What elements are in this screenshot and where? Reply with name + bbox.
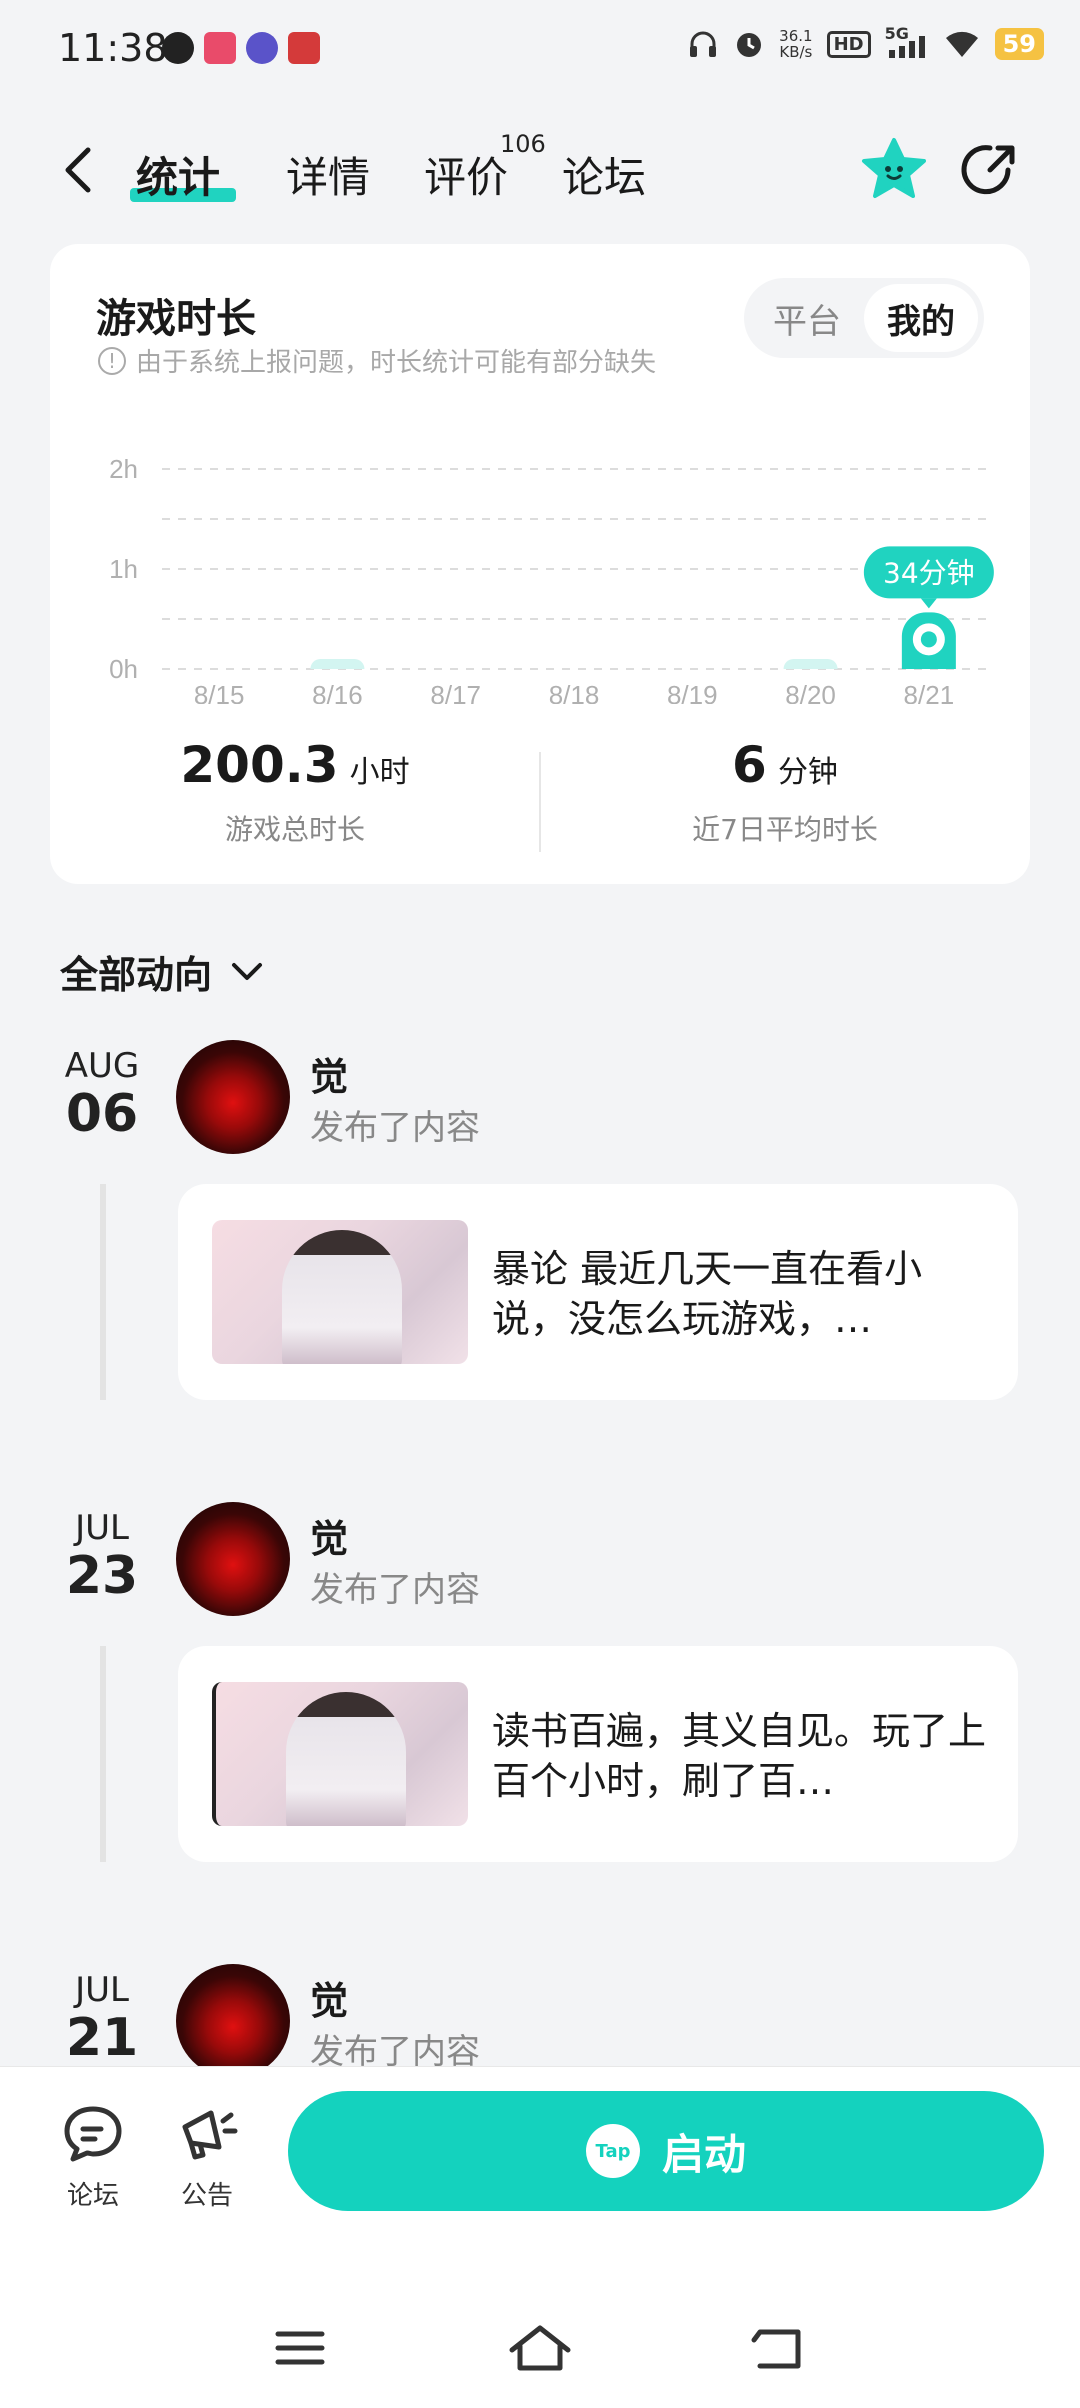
app-notification-icon [288, 32, 320, 64]
chat-bubble-icon [64, 2106, 122, 2162]
data-source-toggle: 平台 我的 [744, 278, 984, 358]
post-thumbnail [212, 1682, 468, 1826]
x-tick-label: 8/19 [667, 680, 718, 704]
timeline-line [100, 1646, 106, 1862]
playtime-chart: 2h 1h 0h 8/15 8/16 8/17 8/18 8/19 8/20 8/21 34分钟 [109, 454, 994, 704]
app-notification-icon [204, 32, 236, 64]
playtime-card: 游戏时长 ! 由于系统上报问题，时长统计可能有部分缺失 平台 我的 2h 1h 0h… [50, 244, 1030, 884]
menu-icon[interactable] [260, 2318, 340, 2378]
x-tick-label: 8/21 [904, 680, 955, 704]
value-tooltip-pointer [920, 598, 937, 609]
share-icon[interactable] [960, 140, 1020, 200]
card-title: 游戏时长 [96, 296, 256, 342]
total-playtime-label: 游戏总时长 [224, 813, 365, 846]
star-face-icon[interactable] [860, 136, 928, 204]
total-playtime-value: 200.3 [180, 736, 339, 794]
x-tick-label: 8/15 [194, 680, 245, 704]
top-nav: 统计 详情 评价 106 论坛 [0, 120, 1080, 220]
average-playtime-value: 6 [732, 736, 767, 794]
announcement-label: 公告 [180, 2181, 233, 2211]
tab-details[interactable]: 详情 [286, 144, 370, 205]
info-icon: ! [98, 346, 126, 375]
forum-label: 论坛 [66, 2181, 119, 2211]
average-playtime-label: 近7日平均时长 [692, 813, 878, 846]
entry-month: JUL [75, 1970, 129, 2010]
wifi-icon [945, 31, 978, 57]
total-playtime: 200.3 小时 游戏总时长 [50, 736, 540, 848]
megaphone-icon [182, 2110, 238, 2160]
battery-indicator: 59 [994, 28, 1044, 60]
tab-stats[interactable]: 统计 [136, 144, 220, 205]
author-name[interactable]: 觉 [310, 1508, 348, 1563]
toggle-mine[interactable]: 我的 [864, 284, 978, 352]
post-card[interactable]: 暴论 最近几天一直在看小说，没怎么玩游戏，… [178, 1184, 1018, 1400]
chart-bar [783, 659, 838, 669]
avatar[interactable] [176, 1040, 290, 1154]
launch-button[interactable]: Tap 启动 [288, 2091, 1044, 2211]
thumbnail-figure [282, 1230, 402, 1364]
signal-indicator: 5G [885, 24, 929, 60]
entry-day: 06 [65, 1084, 139, 1144]
toggle-platform[interactable]: 平台 [750, 284, 864, 352]
y-tick-label: 0h [109, 654, 138, 684]
post-thumbnail [212, 1220, 468, 1364]
bar-marker-dot [920, 631, 937, 648]
entry-month: AUG [64, 1046, 140, 1086]
y-tick-label: 2h [109, 454, 138, 484]
qq-icon [162, 32, 194, 64]
average-playtime: 6 分钟 近7日平均时长 [540, 736, 1030, 848]
x-tick-label: 8/16 [312, 680, 363, 704]
chart-bar [310, 659, 365, 669]
entry-month: JUL [75, 1508, 129, 1548]
notification-icons [162, 32, 320, 64]
data-notice: ! 由于系统上报问题，时长统计可能有部分缺失 [98, 342, 656, 379]
average-playtime-unit: 分钟 [777, 755, 838, 790]
status-time: 11:38 [58, 26, 168, 70]
back-nav-icon[interactable] [740, 2318, 820, 2378]
y-tick-label: 1h [109, 554, 138, 584]
avatar[interactable] [176, 1964, 290, 2078]
entry-day: 23 [65, 1546, 139, 1606]
author-name[interactable]: 觉 [310, 1970, 348, 2025]
review-count-badge: 106 [500, 130, 546, 158]
announcement-button[interactable]: 公告 [152, 2101, 262, 2212]
tap-logo-icon: Tap [585, 2124, 640, 2178]
chevron-down-icon [232, 962, 263, 980]
back-arrow-icon[interactable] [58, 142, 98, 198]
entry-action: 发布了内容 [310, 1108, 480, 1148]
app-notification-icon [246, 32, 278, 64]
x-tick-label: 8/18 [549, 680, 600, 704]
signal-icon [888, 36, 925, 58]
x-tick-label: 8/20 [785, 680, 836, 704]
headphones-icon [690, 31, 717, 57]
entry-day: 21 [65, 2008, 139, 2068]
home-icon[interactable] [500, 2318, 580, 2378]
post-preview-text: 暴论 最近几天一直在看小说，没怎么玩游戏，… [492, 1247, 923, 1341]
net-speed: 36.1 KB/s [779, 27, 813, 61]
tab-forum[interactable]: 论坛 [562, 144, 646, 205]
tab-reviews[interactable]: 评价 [424, 144, 508, 205]
author-name[interactable]: 觉 [310, 1046, 348, 1101]
total-playtime-unit: 小时 [349, 755, 410, 790]
post-card[interactable]: 读书百遍，其义自见。玩了上百个小时，刷了百… [178, 1646, 1018, 1862]
avatar[interactable] [176, 1502, 290, 1616]
post-preview-text: 读书百遍，其义自见。玩了上百个小时，刷了百… [492, 1709, 987, 1803]
feed-filter[interactable]: 全部动向 [60, 944, 264, 999]
alarm-icon [737, 33, 762, 57]
status-indicators: 36.1 KB/s HD 5G 59 [687, 24, 1044, 61]
launch-label: 启动 [661, 2129, 746, 2179]
thumbnail-figure [286, 1692, 406, 1826]
status-bar: 11:38 36.1 KB/s HD 5G 59 [0, 0, 1080, 100]
x-tick-label: 8/17 [430, 680, 481, 704]
feed-filter-label: 全部动向 [60, 953, 213, 997]
timeline-line [100, 1184, 106, 1400]
entry-action: 发布了内容 [310, 1570, 480, 1610]
forum-button[interactable]: 论坛 [38, 2101, 148, 2212]
hd-badge: HD [826, 30, 871, 58]
value-tooltip-label: 34分钟 [883, 556, 975, 589]
